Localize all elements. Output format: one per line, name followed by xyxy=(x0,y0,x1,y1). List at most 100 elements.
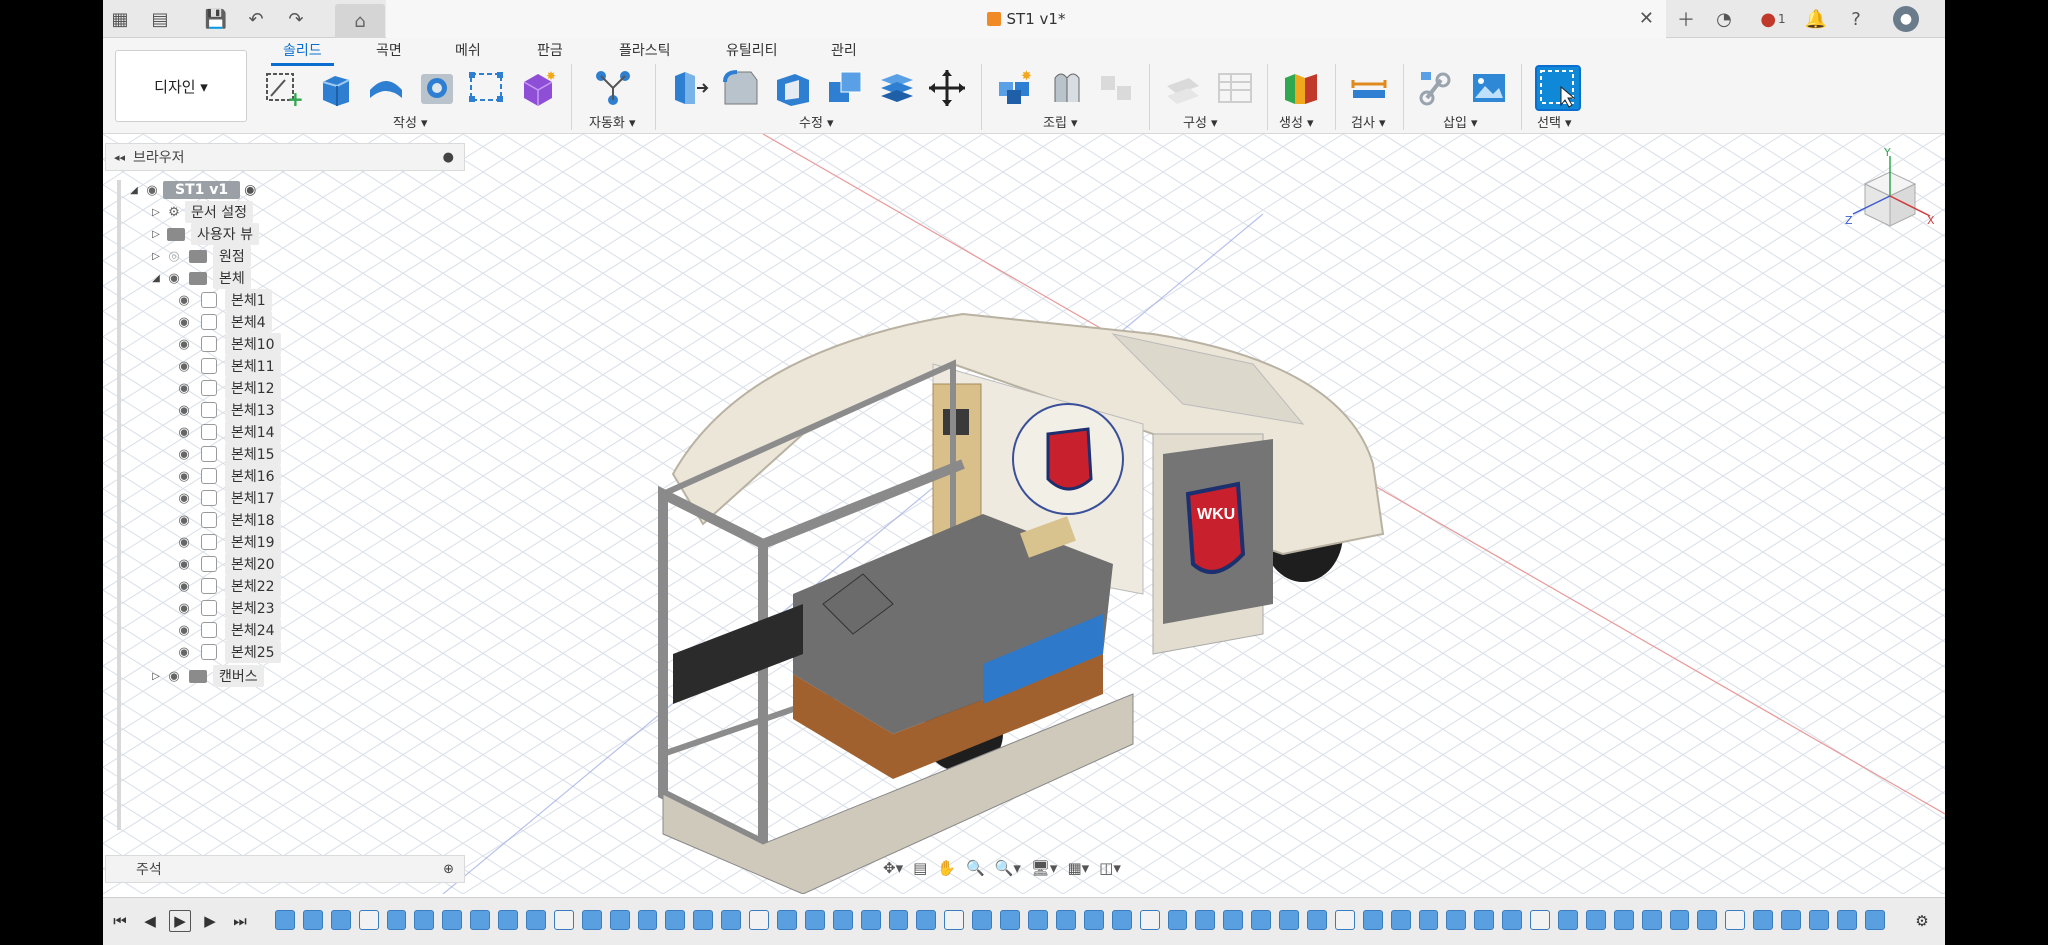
redo-icon[interactable]: ↷ xyxy=(283,6,309,32)
save-icon[interactable]: 💾 xyxy=(203,6,229,32)
tab-surface[interactable]: 곡면 xyxy=(376,40,402,60)
timeline-last-icon[interactable]: ⏭ xyxy=(229,910,251,932)
timeline-feature-icon[interactable] xyxy=(888,910,909,930)
timeline-feature-icon[interactable] xyxy=(275,910,295,930)
modify-group-label[interactable]: 수정 ▾ xyxy=(799,112,834,131)
tree-body-item[interactable]: ◉ 본체12 xyxy=(173,376,281,400)
press-pull-tool-icon[interactable] xyxy=(669,68,709,108)
timeline-play-icon[interactable]: ▶ xyxy=(169,910,191,932)
timeline-feature-icon[interactable] xyxy=(302,910,323,930)
timeline-feature-icon[interactable] xyxy=(637,910,658,930)
eye-icon[interactable]: ◉ xyxy=(173,469,195,484)
timeline-feature-icon[interactable] xyxy=(526,910,546,930)
tab-plastic[interactable]: 플라스틱 xyxy=(619,40,671,60)
move-tool-icon[interactable] xyxy=(927,68,967,108)
close-tab-icon[interactable]: ✕ xyxy=(1639,8,1654,29)
generative-design-tool-icon[interactable] xyxy=(1281,68,1321,108)
automate-tool-icon[interactable] xyxy=(593,68,633,108)
file-menu-icon[interactable]: ▤ xyxy=(147,6,173,32)
tab-solid[interactable]: 솔리드 xyxy=(271,40,334,66)
tree-body-item[interactable]: ◉ 본체4 xyxy=(173,310,272,334)
workspace-switcher[interactable]: 디자인 ▾ xyxy=(115,50,247,122)
timeline-feature-icon[interactable] xyxy=(972,910,993,930)
tree-scrollbar[interactable] xyxy=(117,180,121,830)
tab-mesh[interactable]: 메쉬 xyxy=(455,40,481,60)
tree-named-views[interactable]: ▷ 사용자 뷰 xyxy=(149,222,259,246)
eye-icon[interactable]: ◉ xyxy=(173,425,195,440)
view-cube[interactable]: Y X Z xyxy=(1845,146,1935,244)
timeline-feature-icon[interactable] xyxy=(1111,910,1132,930)
timeline-feature-icon[interactable] xyxy=(804,910,825,930)
eye-icon[interactable]: ◉ xyxy=(173,557,195,572)
timeline-feature-icon[interactable] xyxy=(1585,910,1606,930)
tree-body-item[interactable]: ◉ 본체14 xyxy=(173,420,281,444)
eye-icon[interactable]: ◉ xyxy=(173,513,195,528)
eye-icon[interactable]: ◉ xyxy=(173,601,195,616)
table-tool-icon[interactable] xyxy=(1215,68,1255,108)
timeline-feature-icon[interactable] xyxy=(1139,910,1160,930)
browser-panel-header[interactable]: ◂◂ 브라우저 ● xyxy=(105,143,465,171)
timeline-feature-icon[interactable] xyxy=(330,910,351,930)
joint-tool-icon[interactable] xyxy=(1047,68,1087,108)
timeline-feature-icon[interactable] xyxy=(860,910,881,930)
timeline-feature-icon[interactable] xyxy=(1028,910,1048,930)
as-built-joint-tool-icon[interactable] xyxy=(1097,68,1137,108)
timeline-feature-icon[interactable] xyxy=(1306,910,1327,930)
tree-body-item[interactable]: ◉ 본체11 xyxy=(173,354,281,378)
timeline-feature-icon[interactable] xyxy=(1502,910,1523,930)
timeline-feature-icon[interactable] xyxy=(832,910,853,930)
timeline-feature-icon[interactable] xyxy=(470,910,491,930)
collapse-browser-icon[interactable]: ◂◂ xyxy=(114,151,125,164)
timeline-feature-icon[interactable] xyxy=(693,910,714,930)
tree-body-item[interactable]: ◉ 본체25 xyxy=(173,640,281,664)
timeline-feature-icon[interactable] xyxy=(553,910,574,930)
timeline-feature-icon[interactable] xyxy=(1753,910,1774,930)
split-body-tool-icon[interactable] xyxy=(877,68,917,108)
undo-icon[interactable]: ↶ xyxy=(243,6,269,32)
timeline-next-icon[interactable]: ▶ xyxy=(199,910,221,932)
timeline-feature-icon[interactable] xyxy=(1836,910,1857,930)
timeline-feature-icon[interactable] xyxy=(1390,910,1411,930)
combine-tool-icon[interactable] xyxy=(825,68,865,108)
tree-body-item[interactable]: ◉ 본체10 xyxy=(173,332,281,356)
app-grid-icon[interactable]: ▦ xyxy=(107,6,133,32)
timeline-feature-icon[interactable] xyxy=(1864,910,1885,930)
help-icon[interactable]: ? xyxy=(1843,6,1869,32)
tree-body-item[interactable]: ◉ 본체18 xyxy=(173,508,281,532)
job-status-icon[interactable]: ◔ xyxy=(1711,6,1737,32)
tree-body-item[interactable]: ◉ 본체15 xyxy=(173,442,281,466)
tree-bodies[interactable]: ◢ ◉ 본체 xyxy=(149,266,251,290)
timeline-feature-icon[interactable] xyxy=(1641,910,1662,930)
insert-derive-tool-icon[interactable] xyxy=(1417,68,1457,108)
zoom-icon[interactable]: 🔍 xyxy=(966,859,985,877)
timeline-feature-icon[interactable] xyxy=(1781,910,1801,930)
eye-icon[interactable]: ◉ xyxy=(173,381,195,396)
bell-icon[interactable]: 🔔 xyxy=(1803,6,1829,32)
display-settings-icon[interactable]: 🖥▾ xyxy=(1031,859,1058,877)
comments-panel-header[interactable]: 주석 ⊕ xyxy=(105,855,465,883)
assemble-group-label[interactable]: 조립 ▾ xyxy=(1043,112,1078,131)
tree-doc-settings[interactable]: ▷ ⚙ 문서 설정 xyxy=(149,200,253,224)
timeline-feature-icon[interactable] xyxy=(414,910,435,930)
timeline-feature-icon[interactable] xyxy=(944,910,965,930)
orbit-icon[interactable]: ✥▾ xyxy=(883,859,903,877)
timeline-feature-icon[interactable] xyxy=(1251,910,1272,930)
timeline-feature-icon[interactable] xyxy=(581,910,602,930)
inspect-group-label[interactable]: 검사 ▾ xyxy=(1351,112,1386,131)
extrude-tool-icon[interactable] xyxy=(315,68,355,108)
timeline-feature-icon[interactable] xyxy=(358,910,379,930)
shell-tool-icon[interactable] xyxy=(773,68,813,108)
timeline-feature-icon[interactable] xyxy=(1195,910,1216,930)
timeline-feature-icon[interactable] xyxy=(1808,910,1829,930)
timeline-feature-icon[interactable] xyxy=(1000,910,1021,930)
timeline-feature-icon[interactable] xyxy=(777,910,797,930)
timeline-feature-icon[interactable] xyxy=(1669,910,1690,930)
tree-body-item[interactable]: ◉ 본체23 xyxy=(173,596,281,620)
tree-body-item[interactable]: ◉ 본체1 xyxy=(173,288,272,312)
eye-icon[interactable]: ◉ xyxy=(173,337,195,352)
timeline-feature-icon[interactable] xyxy=(386,910,407,930)
timeline-feature-icon[interactable] xyxy=(1083,910,1104,930)
browser-pin-icon[interactable]: ● xyxy=(443,150,454,165)
timeline-feature-icon[interactable] xyxy=(1613,910,1634,930)
viewports-icon[interactable]: ◫▾ xyxy=(1099,859,1121,877)
